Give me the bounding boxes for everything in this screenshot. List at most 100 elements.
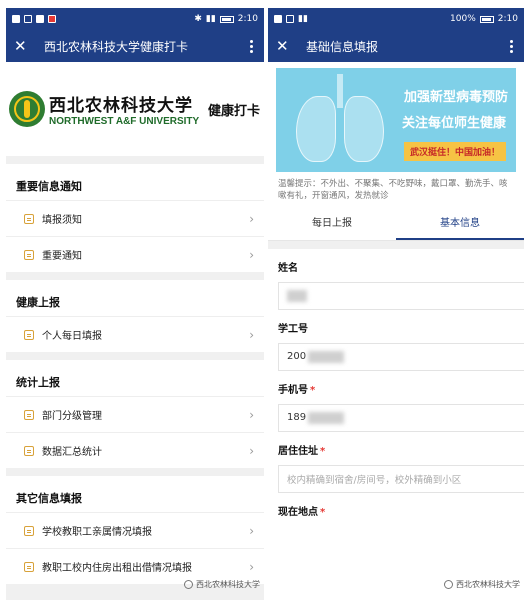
divider — [268, 240, 524, 249]
lungs-illustration — [290, 74, 390, 168]
tab-daily-report[interactable]: 每日上报 — [268, 209, 396, 240]
battery-percent: 100% — [450, 14, 476, 24]
redacted-value — [308, 411, 345, 424]
app-badge-icon — [48, 15, 56, 23]
required-asterisk: * — [320, 506, 326, 518]
bell-icon — [24, 249, 34, 260]
notification-icon — [286, 15, 294, 23]
chevron-right-icon: › — [249, 559, 254, 574]
section-title: 健康上报 — [16, 296, 60, 309]
watermark-text: 西北农林科技大学 — [196, 580, 260, 589]
menu-item-label: 个人每日填报 — [42, 331, 102, 342]
watermark: 西北农林科技大学 — [444, 579, 520, 590]
required-asterisk: * — [310, 384, 316, 396]
watermark: 西北农林科技大学 — [184, 579, 260, 590]
wechat-icon — [444, 580, 453, 589]
field-current-location: 现在地点 * — [268, 493, 524, 518]
university-seal-logo — [9, 91, 45, 127]
chevron-right-icon: › — [249, 327, 254, 342]
menu-item-department-management[interactable]: 部门分级管理 › — [6, 396, 264, 432]
more-menu-icon[interactable] — [506, 39, 516, 53]
chart-icon — [24, 445, 34, 456]
menu-item-label: 部门分级管理 — [42, 411, 102, 422]
banner-tag: 健康打卡 — [207, 103, 260, 119]
field-label: 居住住址 * — [278, 445, 326, 457]
wechat-icon — [184, 580, 193, 589]
section-title: 统计上报 — [16, 376, 60, 389]
clipboard-icon — [24, 409, 34, 420]
section-notices: 重要信息通知 填报须知 › 重要通知 › — [6, 164, 264, 272]
reminder-text: 温馨提示：不外出、不聚集、不吃野味，戴口罩、勤洗手、咳嗽有礼，开窗通风，发热就诊 — [278, 179, 508, 202]
menu-item-label: 数据汇总统计 — [42, 447, 102, 458]
university-name-cn: 西北农林科技大学 — [49, 96, 193, 116]
epidemic-poster: 加强新型病毒预防 关注每位师生健康 武汉挺住！中国加油！ — [276, 68, 516, 172]
menu-item-fill-instructions[interactable]: 填报须知 › — [6, 200, 264, 236]
title-bar: ✕ 基础信息填报 — [268, 30, 524, 62]
chevron-right-icon: › — [249, 247, 254, 262]
field-label: 姓名 — [278, 262, 298, 274]
staff-id-input[interactable]: 200 — [278, 342, 524, 371]
close-icon[interactable]: ✕ — [276, 37, 298, 55]
app-icon — [36, 15, 44, 23]
chevron-right-icon: › — [249, 407, 254, 422]
menu-item-label: 填报须知 — [42, 215, 82, 226]
redacted-value — [287, 289, 307, 302]
right-phone-screen: ▮▮ 100% 2:10 ✕ 基础信息填报 加强新型病毒预防 关注每位师生健康 … — [268, 8, 524, 600]
field-label: 手机号 * — [278, 384, 316, 396]
signal-icon: ▮▮ — [298, 14, 308, 24]
field-name: 姓名 — [268, 249, 524, 310]
menu-item-daily-report[interactable]: 个人每日填报 › — [6, 316, 264, 352]
poster-line-1: 加强新型病毒预防 — [403, 90, 508, 105]
section-title: 重要信息通知 — [16, 180, 82, 193]
section-health-report: 健康上报 个人每日填报 › — [6, 280, 264, 352]
sim-icon — [274, 15, 282, 23]
tab-bar: 每日上报 基本信息 — [268, 209, 524, 241]
status-time: 2:10 — [497, 14, 518, 24]
poster-line-3: 武汉挺住！中国加油！ — [403, 142, 506, 161]
field-label: 学工号 — [278, 323, 308, 335]
field-phone: 手机号 * 189 — [268, 371, 524, 432]
redacted-value — [308, 350, 345, 363]
notification-icon — [24, 15, 32, 23]
menu-item-label: 教职工校内住房出租出借情况填报 — [42, 563, 192, 574]
status-bar: ✱ ▮▮ 2:10 — [6, 8, 264, 30]
close-icon[interactable]: ✕ — [14, 37, 36, 55]
section-title: 其它信息填报 — [16, 492, 82, 505]
chevron-right-icon: › — [249, 443, 254, 458]
chevron-right-icon: › — [249, 523, 254, 538]
menu-item-data-statistics[interactable]: 数据汇总统计 › — [6, 432, 264, 468]
menu-item-label: 学校教职工亲属情况填报 — [42, 527, 152, 538]
name-input[interactable] — [278, 281, 524, 310]
address-input[interactable]: 校内精确到宿舍/房间号，校外精确到小区 — [278, 464, 524, 493]
page-title: 西北农林科技大学健康打卡 — [44, 39, 189, 54]
sim-icon — [12, 15, 20, 23]
watermark-text: 西北农林科技大学 — [456, 580, 520, 589]
battery-icon — [219, 15, 234, 23]
bluetooth-icon: ✱ — [194, 14, 202, 24]
page-title: 基础信息填报 — [306, 39, 379, 54]
section-statistics: 统计上报 部门分级管理 › 数据汇总统计 › — [6, 360, 264, 468]
left-phone-screen: ✱ ▮▮ 2:10 ✕ 西北农林科技大学健康打卡 西北农林科技大学 NORTHW… — [6, 8, 264, 600]
document-icon — [24, 213, 34, 224]
field-staff-id: 学工号 200 — [268, 310, 524, 371]
house-icon — [24, 561, 34, 572]
field-label: 现在地点 * — [278, 506, 326, 518]
tab-basic-info[interactable]: 基本信息 — [396, 209, 524, 240]
edit-icon — [24, 525, 34, 536]
menu-item-important-notice[interactable]: 重要通知 › — [6, 236, 264, 272]
section-other-info: 其它信息填报 学校教职工亲属情况填报 › 教职工校内住房出租出借情况填报 › — [6, 476, 264, 584]
required-asterisk: * — [320, 445, 326, 457]
signal-icon: ▮▮ — [205, 14, 216, 24]
status-bar: ▮▮ 100% 2:10 — [268, 8, 524, 30]
edit-icon — [24, 329, 34, 340]
title-bar: ✕ 西北农林科技大学健康打卡 — [6, 30, 264, 62]
status-time: 2:10 — [237, 14, 258, 24]
university-name-en: NORTHWEST A&F UNIVERSITY — [49, 116, 200, 127]
phone-input[interactable]: 189 — [278, 403, 524, 432]
menu-item-staff-relatives[interactable]: 学校教职工亲属情况填报 › — [6, 512, 264, 548]
field-address: 居住住址 * 校内精确到宿舍/房间号，校外精确到小区 — [268, 432, 524, 493]
battery-icon — [479, 15, 494, 23]
poster-line-2: 关注每位师生健康 — [401, 116, 506, 131]
more-menu-icon[interactable] — [246, 39, 256, 53]
menu-item-label: 重要通知 — [42, 251, 82, 262]
